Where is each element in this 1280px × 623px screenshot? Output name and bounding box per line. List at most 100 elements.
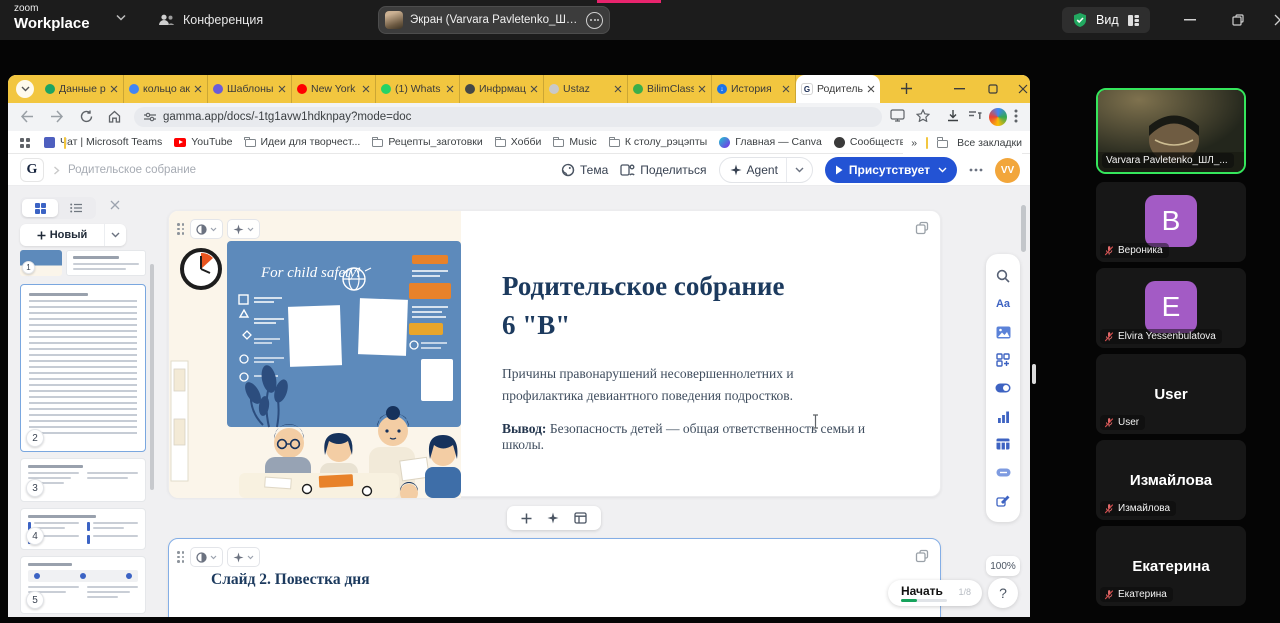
browser-profile-avatar[interactable] xyxy=(989,108,1007,126)
slide-card-1[interactable]: For child safety! xyxy=(168,210,941,497)
password-manager-icon[interactable] xyxy=(968,109,983,121)
bookmark-star-icon[interactable] xyxy=(916,109,930,122)
download-icon[interactable] xyxy=(946,109,960,123)
sidebar-scrollbar[interactable] xyxy=(150,264,154,490)
participant-tile[interactable]: B Вероника xyxy=(1096,182,1246,262)
duplicate-card-icon[interactable] xyxy=(915,221,929,235)
site-settings-icon[interactable] xyxy=(144,112,156,122)
user-avatar[interactable]: VV xyxy=(995,158,1020,183)
ai-add-icon[interactable] xyxy=(547,512,559,524)
bookmarks-overflow-button[interactable]: » xyxy=(911,137,917,149)
breadcrumb[interactable]: Родительское собрание xyxy=(68,164,196,176)
more-options-icon[interactable] xyxy=(586,12,603,29)
present-button[interactable]: Присутствует xyxy=(825,157,957,183)
card-ai-button[interactable] xyxy=(227,219,260,239)
duplicate-card-icon[interactable] xyxy=(915,549,929,563)
window-close-button[interactable] xyxy=(1262,0,1280,40)
help-button[interactable]: ? xyxy=(988,578,1018,608)
participant-video-tile[interactable]: Varvara Pavletenko_ШЛ_... xyxy=(1096,88,1246,174)
theme-button[interactable]: Тема xyxy=(561,163,608,177)
canvas-scrollbar[interactable] xyxy=(1021,205,1026,252)
chevron-down-icon[interactable] xyxy=(116,14,126,21)
url-bar[interactable]: gamma.app/docs/-1tg1avw1hdknpay?mode=doc xyxy=(134,107,882,127)
slide1-body[interactable]: Причины правонарушений несовершеннолетни… xyxy=(502,363,850,408)
apps-grid-icon[interactable] xyxy=(20,138,30,148)
participant-tile[interactable]: Екатерина Екатерина xyxy=(1096,526,1246,606)
bookmark-item[interactable]: Хобби xyxy=(495,136,542,148)
tab-close-icon[interactable] xyxy=(614,85,622,93)
zoom-level-badge[interactable]: 100% xyxy=(986,556,1020,576)
slide-thumbnail-4[interactable]: 4 xyxy=(20,508,146,550)
participant-tile[interactable]: E Elvira Yessenbulatova xyxy=(1096,268,1246,348)
share-button[interactable]: Поделиться xyxy=(620,163,706,177)
view-button[interactable]: Вид xyxy=(1062,7,1150,33)
drag-handle-icon[interactable] xyxy=(177,223,184,235)
slide-thumbnail-5[interactable]: 5 xyxy=(20,556,146,614)
tab-close-icon[interactable] xyxy=(278,85,286,93)
bookmark-item[interactable]: Рецепты_заготовки xyxy=(372,136,482,148)
browser-tab[interactable]: Шаблоны xyxy=(208,75,292,103)
browser-tab[interactable]: New York xyxy=(292,75,376,103)
bookmark-item[interactable]: Главная — Canva xyxy=(719,136,822,148)
new-tab-button[interactable] xyxy=(900,82,913,95)
browser-tab[interactable]: кольцо ак xyxy=(124,75,208,103)
browser-tab[interactable]: (1) Whats xyxy=(376,75,460,103)
participant-tile[interactable]: Измайлова Измайлова xyxy=(1096,440,1246,520)
present-dropdown-icon[interactable] xyxy=(938,167,947,173)
bookmark-item[interactable]: К столу_рэцэпты xyxy=(609,136,707,148)
slide2-title[interactable]: Слайд 2. Повестка дня xyxy=(211,571,370,589)
chart-icon[interactable] xyxy=(995,408,1011,424)
browser-tab[interactable]: Данные р xyxy=(40,75,124,103)
forward-button[interactable] xyxy=(50,110,64,123)
button-icon[interactable] xyxy=(995,464,1011,480)
slide1-conclusion[interactable]: Вывод: Безопасность детей — общая ответс… xyxy=(502,421,892,453)
card-ai-button[interactable] xyxy=(227,547,260,567)
header-more-icon[interactable] xyxy=(969,168,983,172)
browser-menu-icon[interactable] xyxy=(1014,109,1018,123)
draw-icon[interactable] xyxy=(995,492,1011,508)
slide1-title[interactable]: Родительское собрание 6 "В" xyxy=(502,267,784,345)
tab-close-icon[interactable] xyxy=(782,85,790,93)
slide-card-2[interactable]: Слайд 2. Повестка дня xyxy=(168,538,941,617)
blocks-icon[interactable] xyxy=(995,352,1011,368)
new-card-dropdown[interactable] xyxy=(104,224,126,246)
back-button[interactable] xyxy=(20,110,34,123)
tab-close-icon[interactable] xyxy=(867,85,875,93)
bookmark-item[interactable]: Идеи для творчест... xyxy=(245,136,361,148)
card-theme-button[interactable] xyxy=(190,219,223,239)
meeting-tab[interactable]: Конференция xyxy=(158,0,263,40)
tab-close-icon[interactable] xyxy=(698,85,706,93)
list-view-button[interactable] xyxy=(58,199,94,217)
slide-thumbnail-1[interactable]: 1 xyxy=(20,250,146,276)
participant-tile[interactable]: User User xyxy=(1096,354,1246,434)
bookmark-item[interactable]: Music xyxy=(553,136,596,148)
reload-button[interactable] xyxy=(80,110,93,123)
browser-minimize-button[interactable] xyxy=(944,75,974,103)
browser-tab[interactable]: BilimClass xyxy=(628,75,712,103)
toggle-icon[interactable] xyxy=(995,380,1011,396)
panel-resize-handle[interactable] xyxy=(1032,364,1036,384)
drag-handle-icon[interactable] xyxy=(177,551,184,563)
browser-tab[interactable]: ↓ История xyxy=(712,75,796,103)
tab-close-icon[interactable] xyxy=(530,85,538,93)
browser-tab[interactable]: Ustaz xyxy=(544,75,628,103)
add-card-icon[interactable] xyxy=(521,513,532,524)
sidebar-close-icon[interactable] xyxy=(110,200,120,210)
search-icon[interactable] xyxy=(995,268,1011,284)
table-icon[interactable] xyxy=(995,436,1011,452)
start-presentation-button[interactable]: Начать 1/8 xyxy=(888,580,982,606)
browser-tab[interactable]: Инфрмаци xyxy=(460,75,544,103)
home-button[interactable] xyxy=(108,110,121,123)
window-minimize-button[interactable] xyxy=(1172,0,1208,40)
window-maximize-button[interactable] xyxy=(1220,0,1256,40)
bookmark-item[interactable]: YouTube xyxy=(174,136,232,148)
bookmark-item[interactable]: Чат | Microsoft Teams xyxy=(44,136,162,148)
agent-button[interactable]: Agent xyxy=(719,157,813,183)
slide-thumbnail-2[interactable]: 2 xyxy=(20,284,146,452)
browser-close-button[interactable] xyxy=(1008,75,1030,103)
tab-close-icon[interactable] xyxy=(446,85,454,93)
tab-close-icon[interactable] xyxy=(194,85,202,93)
all-bookmarks-button[interactable]: Все закладки xyxy=(957,137,1022,149)
new-card-button[interactable]: Новый xyxy=(20,224,126,246)
agent-dropdown[interactable] xyxy=(786,158,812,182)
